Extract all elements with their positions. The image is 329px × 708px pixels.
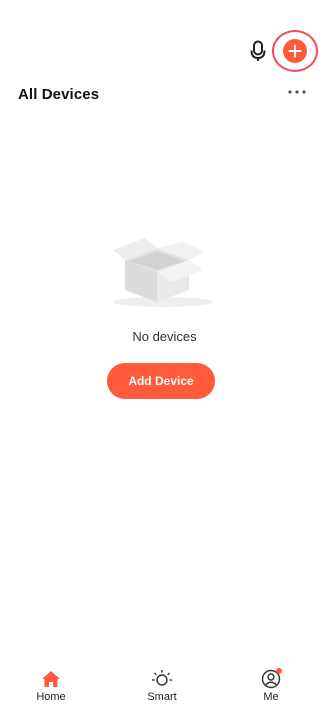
notification-badge [276, 668, 282, 674]
tab-home[interactable]: Home [21, 668, 81, 708]
bottom-navigation: Home Smart Me [0, 660, 329, 708]
add-device-button[interactable]: Add Device [107, 363, 215, 399]
open-box-icon [105, 230, 215, 310]
plus-circle-icon [283, 39, 307, 63]
user-icon [260, 668, 282, 690]
microphone-button[interactable] [248, 39, 268, 63]
tab-me[interactable]: Me [241, 668, 301, 708]
sun-icon [151, 668, 173, 690]
tab-label: Me [263, 691, 279, 703]
tab-label: Home [36, 691, 66, 703]
empty-state-message: No devices [132, 329, 197, 344]
tab-label: Smart [147, 691, 177, 703]
add-button[interactable] [272, 30, 318, 72]
home-screen: All Devices No devices Add Device Home S… [0, 0, 329, 708]
page-title: All Devices [18, 86, 100, 103]
more-button[interactable] [286, 84, 308, 100]
more-horizontal-icon [288, 90, 306, 94]
tab-smart[interactable]: Smart [132, 668, 192, 708]
home-icon [40, 668, 62, 690]
microphone-icon [250, 40, 266, 61]
